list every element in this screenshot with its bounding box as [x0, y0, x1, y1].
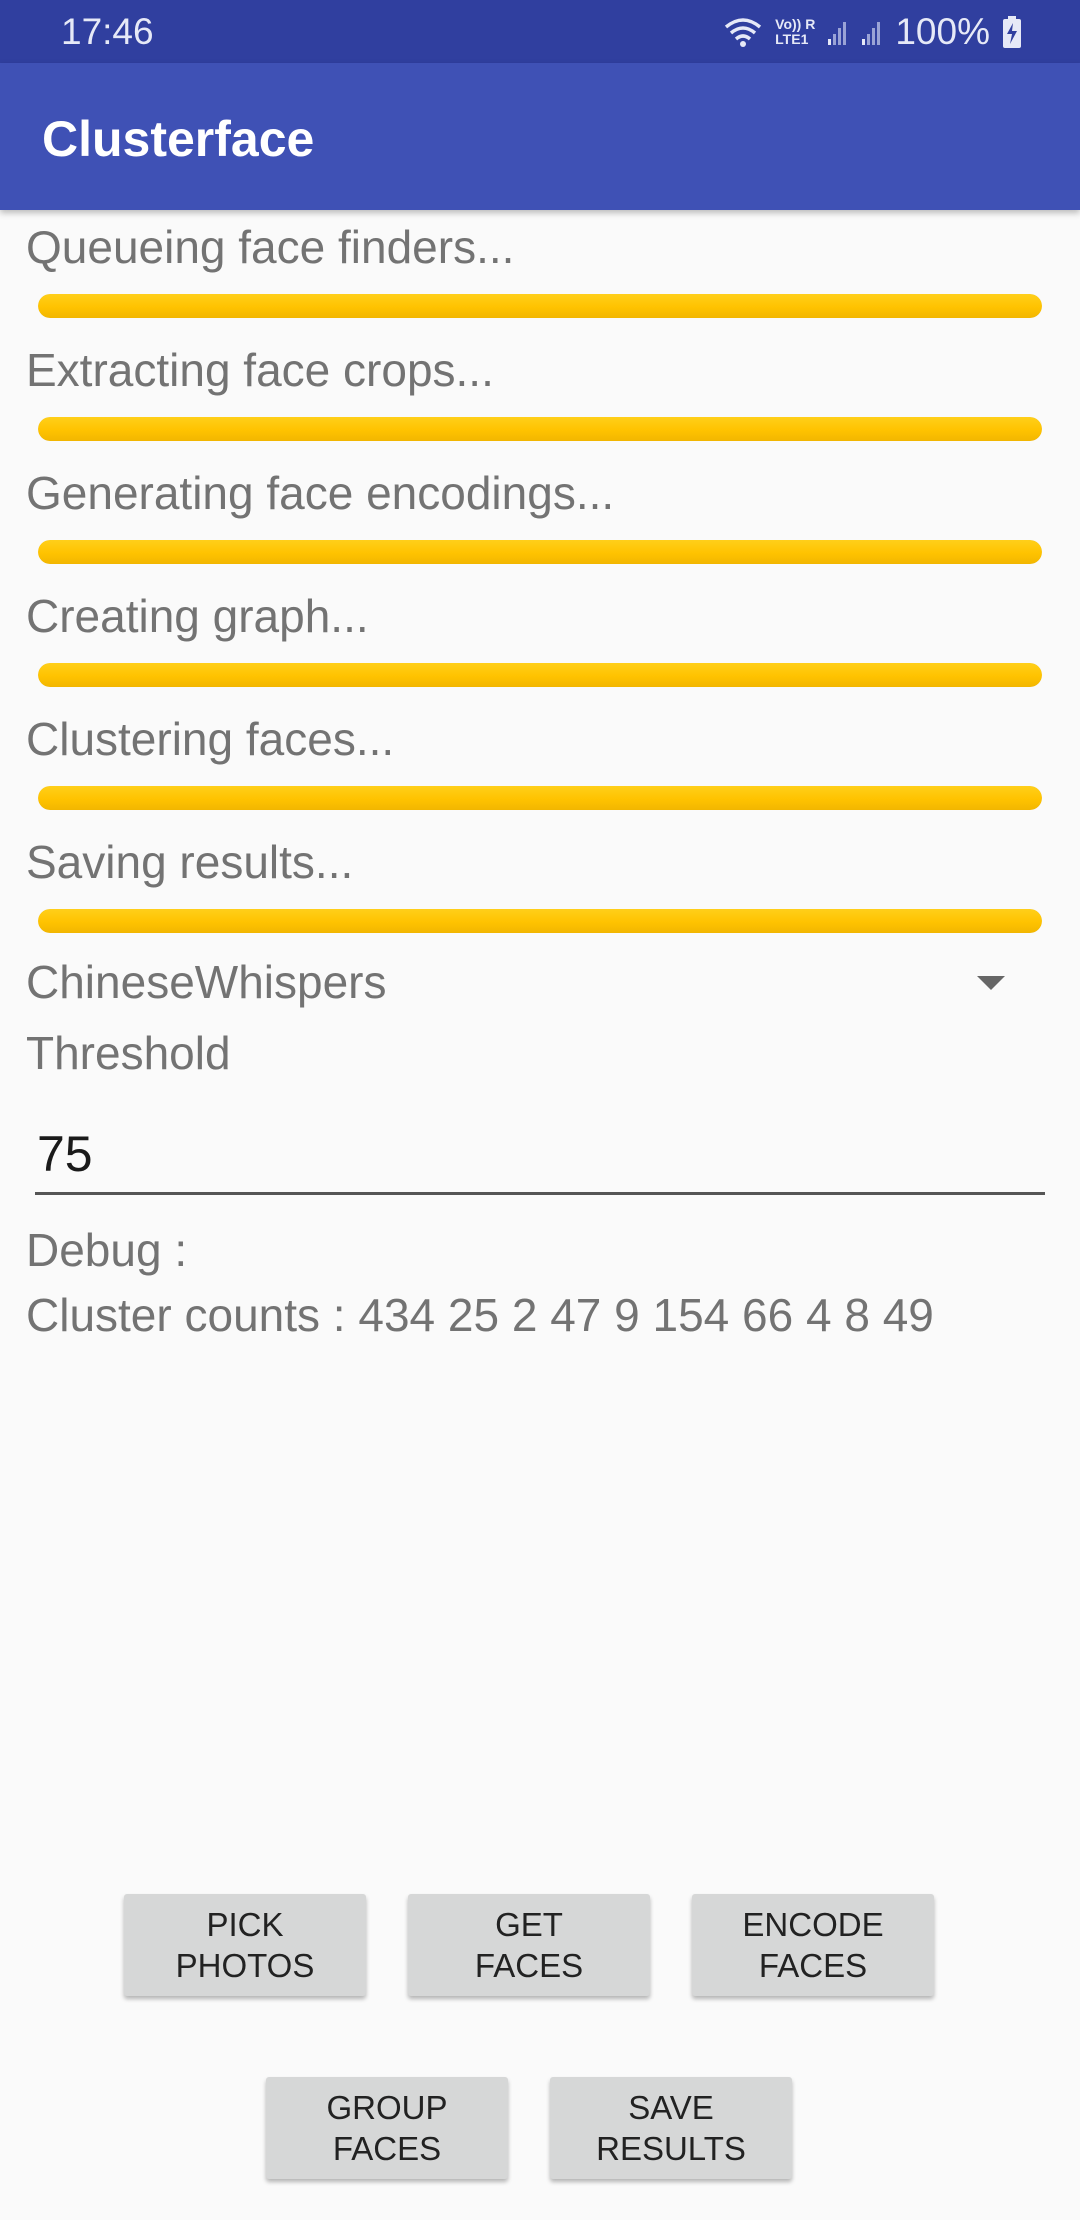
group-faces-button[interactable]: GROUP FACES: [266, 2077, 508, 2179]
status-bar: 17:46 Vo)) R LTE1 100%: [0, 0, 1080, 63]
progress-fill: [38, 663, 1042, 687]
cluster-counts: Cluster counts : 434 25 2 47 9 154 66 4 …: [26, 1289, 934, 1341]
step-label-queueing: Queueing face finders...: [26, 221, 515, 273]
progress-bar-saving: [38, 909, 1042, 933]
progress-bar-queueing: [38, 294, 1042, 318]
progress-bar-graph: [38, 663, 1042, 687]
step-label-clustering: Clustering faces...: [26, 713, 395, 765]
step-label-extracting: Extracting face crops...: [26, 344, 494, 396]
battery-charging-icon: [1002, 15, 1022, 49]
progress-fill: [38, 540, 1042, 564]
network-label-top: Vo)) R: [775, 16, 816, 32]
save-results-button[interactable]: SAVE RESULTS: [550, 2077, 792, 2179]
wifi-icon: [723, 15, 763, 49]
get-faces-button[interactable]: GET FACES: [408, 1894, 650, 1996]
progress-fill: [38, 417, 1042, 441]
battery-percent: 100%: [895, 11, 990, 52]
debug-label: Debug :: [26, 1224, 188, 1276]
signal-icon: [827, 17, 849, 47]
threshold-label: Threshold: [26, 1027, 231, 1079]
app-bar: Clusterface: [0, 63, 1080, 210]
threshold-input[interactable]: [35, 1115, 1045, 1195]
progress-fill: [38, 294, 1042, 318]
progress-fill: [38, 786, 1042, 810]
dropdown-arrow-icon[interactable]: [977, 976, 1005, 990]
status-time: 17:46: [61, 11, 154, 52]
progress-bar-encodings: [38, 540, 1042, 564]
status-icons: Vo)) R LTE1 100%: [723, 10, 1022, 54]
progress-fill: [38, 909, 1042, 933]
signal-icon: [861, 17, 883, 47]
encode-faces-button[interactable]: ENCODE FACES: [692, 1894, 934, 1996]
progress-bar-clustering: [38, 786, 1042, 810]
step-label-graph: Creating graph...: [26, 590, 369, 642]
network-label-bottom: LTE1: [775, 31, 809, 47]
app-title: Clusterface: [42, 111, 315, 167]
step-label-saving: Saving results...: [26, 836, 354, 888]
progress-bar-extracting: [38, 417, 1042, 441]
algorithm-spinner[interactable]: ChineseWhispers: [26, 955, 386, 1009]
step-label-encodings: Generating face encodings...: [26, 467, 615, 519]
lte-signal-icon: Vo)) R LTE1: [775, 17, 815, 47]
pick-photos-button[interactable]: PICK PHOTOS: [124, 1894, 366, 1996]
